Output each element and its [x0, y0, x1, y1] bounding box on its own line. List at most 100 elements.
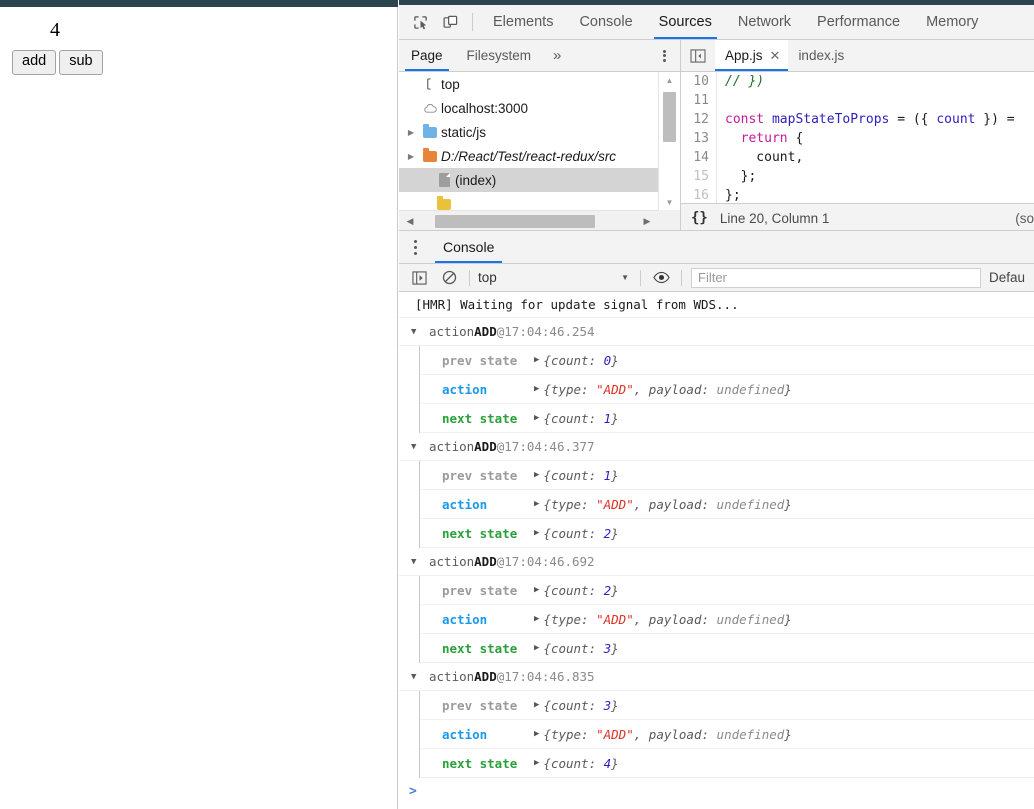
console-group: ▼ action ADD @ 17:04:46.254 prev state ▶ {co… — [399, 318, 1034, 433]
drawer-tab-console[interactable]: Console — [431, 231, 506, 263]
console-messages[interactable]: [HMR] Waiting for update signal from WDS… — [399, 292, 1034, 809]
show-navigator-icon[interactable] — [681, 40, 715, 71]
row-value[interactable]: {type: "ADD", payload: undefined} — [543, 382, 791, 397]
expand-object-icon[interactable]: ▶ — [534, 729, 543, 739]
sub-button[interactable]: sub — [59, 50, 103, 75]
tree-item-label: D:/React/Test/react-redux/src — [441, 148, 617, 164]
tab-performance[interactable]: Performance — [804, 5, 913, 39]
collapse-triangle-icon[interactable]: ▼ — [411, 672, 429, 682]
console-group-header[interactable]: ▼ action ADD @ 17:04:46.254 — [399, 318, 1034, 346]
scrollbar-thumb[interactable] — [663, 92, 676, 142]
expand-object-icon[interactable]: ▶ — [534, 643, 543, 653]
expand-object-icon[interactable]: ▶ — [534, 413, 543, 423]
log-level-select[interactable]: Defau — [985, 270, 1029, 285]
execution-sidebar-icon[interactable] — [404, 265, 434, 291]
console-group-header[interactable]: ▼ action ADD @ 17:04:46.835 — [399, 663, 1034, 691]
expand-object-icon[interactable]: ▶ — [534, 585, 543, 595]
row-label: next state — [442, 525, 518, 541]
inspect-element-icon[interactable] — [405, 5, 435, 39]
tree-item-partial[interactable] — [399, 192, 658, 210]
navigator-horizontal-scrollbar[interactable]: ◀ ▶ — [399, 210, 658, 232]
scroll-down-icon[interactable]: ▼ — [659, 194, 680, 210]
row-value[interactable]: {type: "ADD", payload: undefined} — [543, 612, 791, 627]
scroll-right-icon[interactable]: ▶ — [638, 211, 656, 232]
row-value[interactable]: {count: 3} — [543, 698, 618, 713]
navigator-more-options-icon[interactable] — [663, 40, 666, 71]
scroll-up-icon[interactable]: ▲ — [659, 72, 680, 88]
code-line: 10 // }) — [681, 72, 1034, 91]
drawer-more-options-icon[interactable] — [399, 231, 431, 263]
collapse-triangle-icon[interactable]: ▼ — [411, 327, 429, 337]
collapse-triangle-icon[interactable]: ▼ — [411, 442, 429, 452]
scroll-left-icon[interactable]: ◀ — [401, 211, 419, 232]
navigator-vertical-scrollbar[interactable]: ▲ ▼ — [658, 72, 680, 210]
console-group: ▼ action ADD @ 17:04:46.835 prev state ▶ {co… — [399, 663, 1034, 778]
row-label: action — [442, 611, 488, 627]
row-value[interactable]: {count: 2} — [543, 526, 618, 541]
row-value[interactable]: {count: 3} — [543, 641, 618, 656]
counter-button-row: add sub — [12, 50, 397, 75]
sources-navigator: Page Filesystem » top localhost:3000 ▶ s… — [399, 40, 681, 232]
tree-item-localhost[interactable]: localhost:3000 — [399, 96, 658, 120]
console-group-body: prev state ▶ {count: 1} action ▶ {type: "ADD"… — [419, 461, 1034, 548]
tree-item-top[interactable]: top — [399, 72, 658, 96]
nav-tab-filesystem[interactable]: Filesystem — [455, 40, 544, 71]
expand-object-icon[interactable]: ▶ — [534, 384, 543, 394]
code-text: return { — [740, 131, 804, 146]
code-line: 12 const mapStateToProps = ({ count }) = — [681, 110, 1034, 129]
console-group-header[interactable]: ▼ action ADD @ 17:04:46.377 — [399, 433, 1034, 461]
row-value[interactable]: {type: "ADD", payload: undefined} — [543, 497, 791, 512]
close-icon[interactable]: ✕ — [770, 48, 781, 64]
row-value[interactable]: {count: 0} — [543, 353, 618, 368]
row-label: next state — [442, 755, 518, 771]
device-toolbar-icon[interactable] — [435, 5, 465, 39]
pretty-print-icon[interactable]: {} — [681, 210, 720, 226]
sources-panel: Page Filesystem » top localhost:3000 ▶ s… — [399, 40, 1034, 232]
expand-object-icon[interactable]: ▶ — [534, 355, 543, 365]
editor-tab-app-js[interactable]: App.js ✕ — [715, 40, 789, 71]
tab-sources[interactable]: Sources — [646, 5, 725, 39]
expand-object-icon[interactable]: ▶ — [534, 758, 543, 768]
code-line: 11 — [681, 91, 1034, 110]
expand-object-icon[interactable]: ▶ — [534, 470, 543, 480]
tree-item-index[interactable]: (index) — [399, 168, 658, 192]
group-timestamp: 17:04:46.254 — [504, 324, 595, 339]
console-filter-input[interactable]: Filter — [691, 267, 981, 288]
add-button[interactable]: add — [12, 50, 57, 75]
editor-tab-label: index.js — [798, 48, 845, 63]
console-prompt[interactable]: > — [399, 778, 1034, 804]
tab-elements[interactable]: Elements — [480, 5, 566, 39]
row-value[interactable]: {count: 4} — [543, 756, 618, 771]
code-content[interactable]: 10 // }) 11 12 const mapStateToProps = ({ co… — [681, 72, 1034, 203]
nav-tab-page[interactable]: Page — [399, 40, 455, 71]
row-label: prev state — [442, 352, 518, 368]
row-value[interactable]: {count: 2} — [543, 583, 618, 598]
collapse-triangle-icon[interactable]: ▼ — [411, 557, 429, 567]
execution-context-select[interactable]: top ▼ — [475, 270, 635, 285]
group-at-symbol: @ — [496, 669, 505, 684]
console-group-row: action ▶ {type: "ADD", payload: undefined} — [420, 605, 1034, 634]
eye-icon[interactable] — [646, 265, 676, 291]
tree-item-src-folder[interactable]: ▶ D:/React/Test/react-redux/src — [399, 144, 658, 168]
console-group-header[interactable]: ▼ action ADD @ 17:04:46.692 — [399, 548, 1034, 576]
expand-object-icon[interactable]: ▶ — [534, 614, 543, 624]
clear-console-icon[interactable] — [434, 265, 464, 291]
tree-expand-arrow[interactable]: ▶ — [403, 128, 419, 137]
expand-object-icon[interactable]: ▶ — [534, 528, 543, 538]
group-prefix: action — [429, 439, 475, 454]
row-value[interactable]: {type: "ADD", payload: undefined} — [543, 727, 791, 742]
tab-memory[interactable]: Memory — [913, 5, 991, 39]
row-value[interactable]: {count: 1} — [543, 411, 618, 426]
more-tabs-icon[interactable]: » — [543, 40, 571, 71]
expand-object-icon[interactable]: ▶ — [534, 700, 543, 710]
tab-console[interactable]: Console — [566, 5, 645, 39]
tree-item-static-js[interactable]: ▶ static/js — [399, 120, 658, 144]
tab-network[interactable]: Network — [725, 5, 804, 39]
row-value[interactable]: {count: 1} — [543, 468, 618, 483]
tree-expand-arrow[interactable]: ▶ — [403, 152, 419, 161]
expand-object-icon[interactable]: ▶ — [534, 499, 543, 509]
editor-tab-index-js[interactable]: index.js — [788, 40, 852, 71]
console-group-row: prev state ▶ {count: 3} — [420, 691, 1034, 720]
scrollbar-thumb[interactable] — [435, 215, 595, 228]
execution-context-value: top — [478, 270, 497, 285]
